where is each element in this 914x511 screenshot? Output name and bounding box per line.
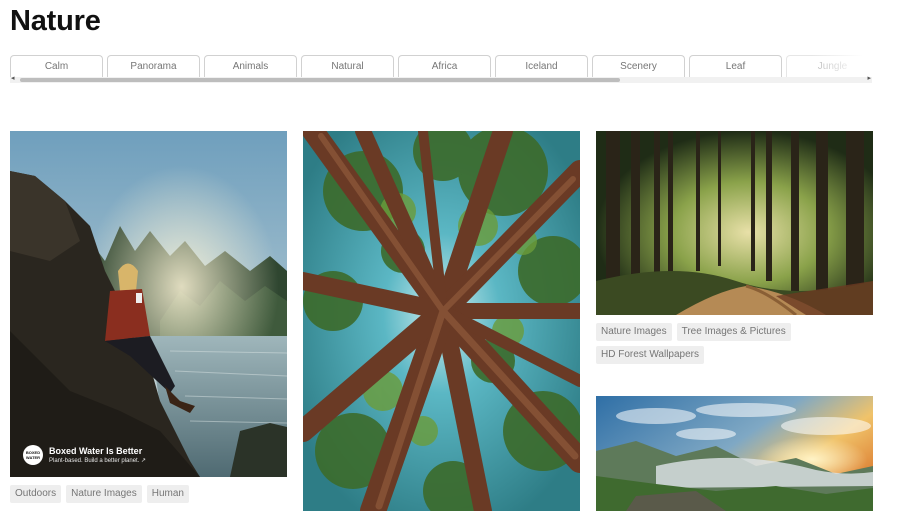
tag-scenery[interactable]: Scenery: [592, 55, 685, 77]
photo-woman-by-river-image: [10, 131, 287, 477]
tag-fade-overlay: [812, 55, 872, 77]
grid-column-middle: [303, 131, 580, 511]
badge-human[interactable]: Human: [146, 485, 189, 503]
tag-calm[interactable]: Calm: [10, 55, 103, 77]
tag-natural[interactable]: Natural: [301, 55, 394, 77]
photo-tags-left: Outdoors Nature Images Human: [10, 485, 287, 503]
tag-iceland[interactable]: Iceland: [495, 55, 588, 77]
scrollbar-thumb[interactable]: [20, 78, 620, 82]
tag-leaf[interactable]: Leaf: [689, 55, 782, 77]
badge-nature-images-right[interactable]: Nature Images: [596, 323, 672, 341]
sponsor-tagline: Plant-based. Build a better planet. ↗: [49, 458, 147, 464]
grid-column-right: Nature Images Tree Images & Pictures HD …: [596, 131, 873, 511]
badge-nature-images[interactable]: Nature Images: [66, 485, 142, 503]
tag-africa[interactable]: Africa: [398, 55, 491, 77]
photo-forest-path-image: [596, 131, 873, 315]
sponsor-block[interactable]: BOXED WATER Boxed Water Is Better Plant-…: [23, 445, 146, 465]
photo-redwood-canopy[interactable]: [303, 131, 580, 511]
badge-tree-images[interactable]: Tree Images & Pictures: [676, 323, 791, 341]
sponsor-logo: BOXED WATER: [23, 445, 43, 465]
badge-hd-forest-wallpapers[interactable]: HD Forest Wallpapers: [596, 346, 704, 364]
sponsor-text: Boxed Water Is Better Plant-based. Build…: [49, 446, 146, 464]
grid-column-left: BOXED WATER Boxed Water Is Better Plant-…: [10, 131, 287, 503]
tag-animals[interactable]: Animals: [204, 55, 297, 77]
photo-mountain-landscape-image: [596, 396, 873, 511]
tag-row: Calm Panorama Animals Natural Africa Ice…: [10, 55, 872, 77]
related-tags-strip: Calm Panorama Animals Natural Africa Ice…: [10, 55, 872, 83]
scroll-left-arrow-icon[interactable]: ◂: [11, 75, 15, 83]
photo-mountain-landscape[interactable]: [596, 396, 873, 511]
horizontal-scrollbar[interactable]: ◂ ▸: [10, 75, 872, 83]
photo-tags-right: Nature Images Tree Images & Pictures HD …: [596, 323, 873, 364]
photo-forest-path[interactable]: [596, 131, 873, 315]
sponsor-name: Boxed Water Is Better: [49, 446, 143, 456]
scroll-right-arrow-icon[interactable]: ▸: [867, 75, 871, 83]
photo-woman-by-river[interactable]: BOXED WATER Boxed Water Is Better Plant-…: [10, 131, 287, 477]
photo-redwood-canopy-image: [303, 131, 580, 511]
badge-outdoors[interactable]: Outdoors: [10, 485, 62, 503]
page-title: Nature: [10, 5, 101, 37]
tag-panorama[interactable]: Panorama: [107, 55, 200, 77]
